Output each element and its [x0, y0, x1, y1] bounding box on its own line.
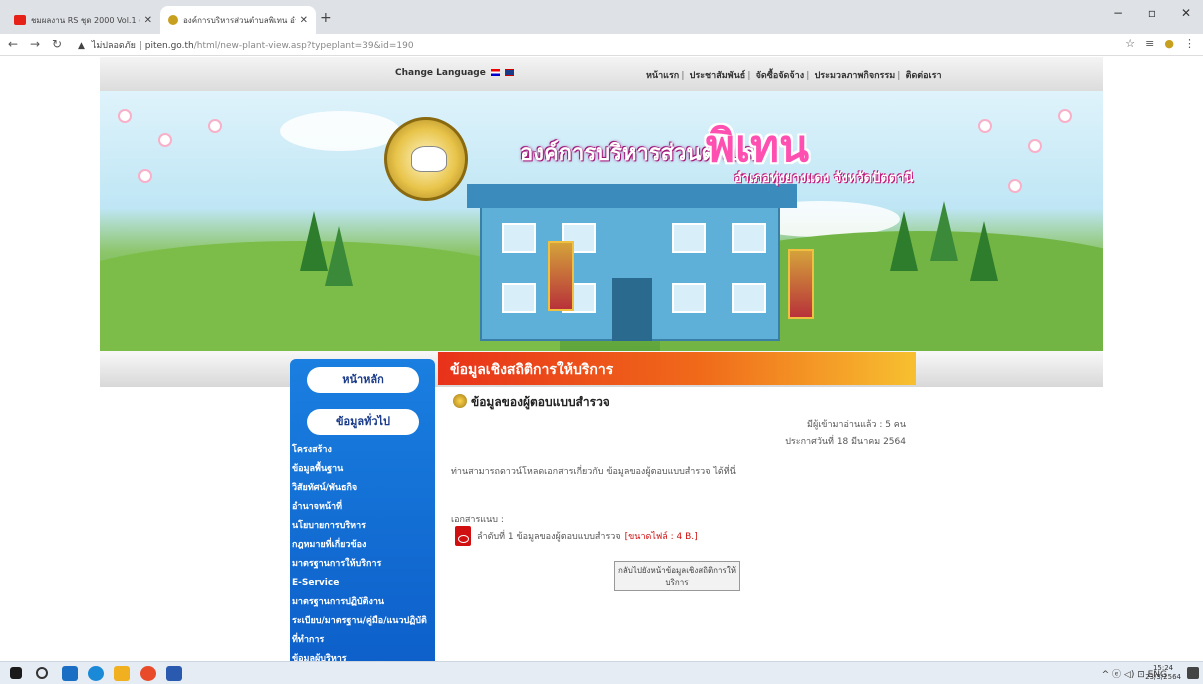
file-explorer-icon[interactable] [114, 666, 130, 681]
sidebar-item-basic-info[interactable]: ข้อมูลพื้นฐาน [290, 460, 435, 479]
back-to-list-button[interactable]: กลับไปยังหน้าข้อมูลเชิงสถิติการให้บริการ [614, 561, 740, 591]
edge-icon[interactable] [88, 666, 104, 681]
search-icon[interactable] [36, 667, 48, 679]
minimize-icon[interactable]: − [1101, 6, 1135, 20]
window-controls: − ▫ ✕ [1101, 6, 1203, 20]
profile-icon[interactable]: ● [1164, 37, 1174, 50]
clock-time: 15:24 [1152, 664, 1174, 672]
menu-home[interactable]: หน้าแรก [646, 71, 679, 81]
menu-gallery[interactable]: ประมวลภาพกิจกรรม [815, 71, 896, 81]
close-tab-icon[interactable]: ✕ [300, 15, 308, 26]
sidebar-item-work-standards[interactable]: มาตรฐานการปฏิบัติงาน [290, 593, 435, 612]
web-page: Change Language หน้าแรก | ประชาสัมพันธ์ | … [0, 57, 1203, 661]
url-host: piten.go.th [144, 41, 194, 51]
menu-contact[interactable]: ติดต่อเรา [906, 71, 942, 81]
sidebar-item-vision[interactable]: วิสัยทัศน์/พันธกิจ [290, 479, 435, 498]
reload-icon[interactable]: ↻ [52, 37, 62, 51]
tab-piten[interactable]: องค์การบริหารส่วนตำบลพิเทน อำเภอทุ่งยางแ… [160, 6, 316, 34]
chrome-icon[interactable] [140, 666, 156, 681]
sidebar-item-duties[interactable]: อำนาจหน้าที่ [290, 498, 435, 517]
browser-actions: ☆ ≡ ● ⋮ [1125, 37, 1195, 50]
sidebar-item-structure[interactable]: โครงสร้าง [290, 441, 435, 460]
tab-title: ชมผลงาน RS ชุด 2000 Vol.1 ตอน [31, 15, 140, 25]
office-building-image [467, 184, 797, 341]
forward-icon[interactable]: → [30, 37, 40, 51]
mail-icon[interactable] [62, 666, 78, 681]
clock[interactable]: 15:24 23/3/2564 [1145, 664, 1181, 682]
close-tab-icon[interactable]: ✕ [144, 15, 152, 26]
address-bar: ← → ↻ ▲ ไม่ปลอดภัย | piten.go.th/html/ne… [0, 34, 1203, 56]
bookmark-star-icon[interactable]: ☆ [1125, 37, 1135, 50]
warning-icon: ▲ [78, 41, 85, 51]
windows-taskbar: ^ ⓔ ◁) ⊡ ENG 15:24 23/3/2564 [0, 661, 1203, 684]
sidebar-general-info-button[interactable]: ข้อมูลทั่วไป [307, 409, 419, 435]
site-favicon-icon [168, 15, 178, 25]
sidebar-item-office[interactable]: ที่ทำการ [290, 631, 435, 650]
change-language[interactable]: Change Language [395, 68, 515, 78]
attachments-label: เอกสารแนบ : [451, 515, 504, 525]
sidebar: หน้าหลัก ข้อมูลทั่วไป โครงสร้าง ข้อมูลพื… [290, 359, 435, 661]
org-district: อำเภอทุ่งยางแดง จังหวัดปัตตานี [734, 171, 914, 186]
content-header: ข้อมูลเชิงสถิติการให้บริการ [438, 352, 916, 385]
sidebar-item-laws[interactable]: กฎหมายที่เกี่ยวข้อง [290, 536, 435, 555]
sidebar-item-service-standards[interactable]: มาตรฐานการให้บริการ [290, 555, 435, 574]
tab-title: องค์การบริหารส่วนตำบลพิเทน อำเภอทุ่งยางแ… [183, 15, 296, 25]
sidebar-links: โครงสร้าง ข้อมูลพื้นฐาน วิสัยทัศน์/พันธก… [290, 441, 435, 661]
new-tab-button[interactable]: + [320, 10, 332, 26]
browser-tab-bar: ชมผลงาน RS ชุด 2000 Vol.1 ตอน ✕ องค์การบ… [0, 0, 1203, 34]
top-menu: หน้าแรก | ประชาสัมพันธ์ | จัดซื้อจัดจ้าง | … [646, 71, 942, 81]
windows-start-icon[interactable] [10, 667, 22, 679]
seal-bullet-icon [453, 394, 467, 408]
url-field[interactable]: ▲ ไม่ปลอดภัย | piten.go.th/html/new-plan… [78, 38, 414, 52]
close-window-icon[interactable]: ✕ [1169, 6, 1203, 20]
security-label: ไม่ปลอดภัย [91, 41, 136, 51]
attachment-name[interactable]: ลำดับที่ 1 ข้อมูลของผู้ตอบแบบสำรวจ [477, 529, 621, 543]
attachment-size: [ขนาดไฟล์ : 4 B.] [624, 532, 698, 542]
sidebar-item-executives[interactable]: ข้อมูลผู้บริหาร [290, 650, 435, 661]
page-title: ข้อมูลของผู้ตอบแบบสำรวจ [453, 393, 610, 412]
menu-news[interactable]: ประชาสัมพันธ์ [690, 71, 746, 81]
header-banner: องค์การบริหารส่วนตำบล พิเทน อำเภอทุ่งยาง… [100, 91, 1103, 351]
description: ท่านสามารถดาวน์โหลดเอกสารเกี่ยวกับ ข้อมู… [451, 467, 736, 477]
announce-date: ประกาศวันที่ 18 มีนาคม 2564 [785, 437, 906, 447]
tab-youtube[interactable]: ชมผลงาน RS ชุด 2000 Vol.1 ตอน ✕ [6, 6, 160, 34]
clock-date: 23/3/2564 [1145, 673, 1181, 681]
change-language-label: Change Language [395, 68, 486, 78]
pdf-icon[interactable] [455, 526, 471, 546]
thai-flag-icon[interactable] [491, 69, 500, 76]
sidebar-item-regulations[interactable]: ระเบียบ/มาตรฐาน/คู่มือ/แนวปฏิบัติ [290, 612, 435, 631]
url-path: /html/new-plant-view.asp?typeplant=39&id… [193, 41, 414, 51]
sidebar-item-policy[interactable]: นโยบายการบริหาร [290, 517, 435, 536]
page-title-text: ข้อมูลของผู้ตอบแบบสำรวจ [471, 395, 610, 409]
notification-icon[interactable] [1187, 667, 1199, 679]
content-header-title: ข้อมูลเชิงสถิติการให้บริการ [450, 362, 614, 378]
organization-seal-logo [384, 117, 468, 201]
sidebar-home-button[interactable]: หน้าหลัก [307, 367, 419, 393]
youtube-icon [14, 15, 26, 25]
menu-procurement[interactable]: จัดซื้อจัดจ้าง [756, 71, 804, 81]
top-strip: Change Language หน้าแรก | ประชาสัมพันธ์ | … [100, 57, 1103, 91]
menu-icon[interactable]: ⋮ [1184, 37, 1195, 50]
back-icon[interactable]: ← [8, 37, 18, 51]
restore-icon[interactable]: ▫ [1135, 6, 1169, 20]
attachment-link[interactable]: ลำดับที่ 1 ข้อมูลของผู้ตอบแบบสำรวจ [ขนาด… [455, 526, 698, 546]
word-icon[interactable] [166, 666, 182, 681]
view-count: มีผู้เข้ามาอ่านแล้ว : 5 คน [807, 420, 906, 430]
reading-list-icon[interactable]: ≡ [1145, 37, 1154, 50]
uk-flag-icon[interactable] [505, 69, 515, 76]
sidebar-item-eservice[interactable]: E-Service [290, 574, 435, 593]
